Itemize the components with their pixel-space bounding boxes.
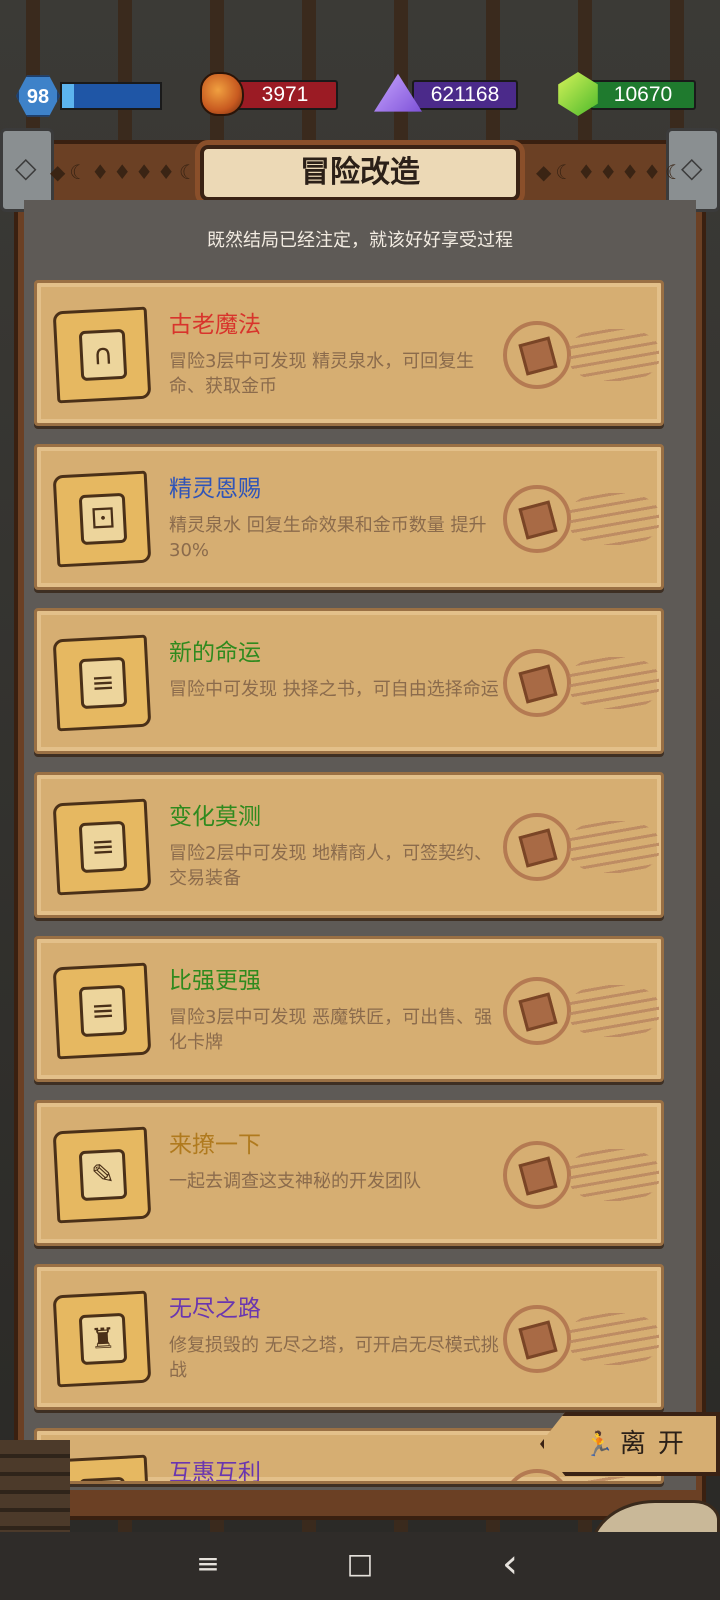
stamp-glyph xyxy=(518,336,558,376)
home-icon[interactable]: □ xyxy=(340,1544,380,1584)
postmark-waves xyxy=(569,1313,659,1365)
card-description: 冒险3层中可发现 恶魔铁匠，可出售、强化卡牌 xyxy=(169,1007,493,1053)
page-icon-glyph: ≡ xyxy=(78,1476,128,1481)
stamp-icon xyxy=(503,485,571,553)
card-description: 冒险中可发现 抉择之书，可自由选择命运 xyxy=(169,679,499,700)
card-description: 修复损毁的 无尽之塔，可开启无尽模式挑战 xyxy=(169,1335,499,1381)
top-hat-icon: ♜ xyxy=(52,1290,152,1388)
postmark-waves xyxy=(569,493,659,545)
page-icon: ≡ xyxy=(52,798,152,896)
ore-icon xyxy=(200,72,244,116)
page-icon: ≡ xyxy=(52,634,152,732)
stamp-icon xyxy=(503,813,571,881)
dice-icon-glyph: ⚀ xyxy=(78,492,128,546)
leave-button[interactable]: 🏃 离开 xyxy=(540,1412,720,1476)
card-title: 新的命运 xyxy=(169,640,261,666)
menu-icon[interactable]: ≡ xyxy=(188,1544,228,1584)
stamp-icon xyxy=(503,1469,571,1481)
stamp-icon xyxy=(503,649,571,717)
postmark-waves xyxy=(569,1477,659,1481)
level-badge[interactable]: 98 xyxy=(16,75,60,117)
upgrade-card[interactable]: ✎ 来撩一下 一起去调查这支神秘的开发团队 xyxy=(34,1100,664,1246)
card-title: 古老魔法 xyxy=(169,312,261,338)
page-icon-glyph: ≡ xyxy=(78,984,128,1038)
page-icon-glyph: ≡ xyxy=(78,656,128,710)
wrench-icon-glyph: ✎ xyxy=(78,1148,128,1202)
postmark-waves xyxy=(569,1149,659,1201)
stamp-icon xyxy=(503,977,571,1045)
upgrade-card[interactable]: ≡ 比强更强 冒险3层中可发现 恶魔铁匠，可出售、强化卡牌 xyxy=(34,936,664,1082)
dice-icon: ⚀ xyxy=(52,470,152,568)
upgrade-card[interactable]: ≡ 变化莫测 冒险2层中可发现 地精商人，可签契约、交易装备 xyxy=(34,772,664,918)
archway-icon: ∩ xyxy=(52,306,152,404)
left-decoration-strip: ◆☾♦♦♦♦☾ xyxy=(50,160,201,184)
card-description: 冒险2层中可发现 地精商人，可签契约、交易装备 xyxy=(169,843,493,889)
stamp-glyph xyxy=(518,500,558,540)
page-title: 冒险改造 xyxy=(200,145,520,201)
xp-bar xyxy=(60,82,162,110)
stamp-glyph xyxy=(518,1320,558,1360)
stamp-icon xyxy=(503,1141,571,1209)
stamp-glyph xyxy=(518,1156,558,1196)
resource-bar: 98 3971 621168 10670 xyxy=(0,72,720,122)
card-title: 比强更强 xyxy=(169,968,261,994)
upgrade-card[interactable]: ∩ 古老魔法 冒险3层中可发现 精灵泉水，可回复生命、获取金币 xyxy=(34,280,664,426)
card-title: 互惠互利 xyxy=(169,1460,261,1484)
postmark-waves xyxy=(569,329,659,381)
stamp-glyph xyxy=(518,992,558,1032)
wrench-icon: ✎ xyxy=(52,1126,152,1224)
page-icon: ≡ xyxy=(52,962,152,1060)
running-man-icon: 🏃 xyxy=(584,1430,614,1458)
card-title: 变化莫测 xyxy=(169,804,261,830)
page-icon-glyph: ≡ xyxy=(78,820,128,874)
postmark-waves xyxy=(569,821,659,873)
top-hat-icon-glyph: ♜ xyxy=(78,1312,128,1366)
stamp-glyph xyxy=(518,828,558,868)
card-description: 一起去调查这支神秘的开发团队 xyxy=(169,1171,421,1192)
card-description: 精灵泉水 回复生命效果和金币数量 提升 30% xyxy=(169,515,487,561)
card-title: 精灵恩赐 xyxy=(169,476,261,502)
upgrade-card[interactable]: ⚀ 精灵恩赐 精灵泉水 回复生命效果和金币数量 提升 30% xyxy=(34,444,664,590)
archway-icon-glyph: ∩ xyxy=(78,328,128,382)
stamp-glyph xyxy=(518,664,558,704)
card-title: 无尽之路 xyxy=(169,1296,261,1322)
xp-bar-fill xyxy=(62,84,74,108)
upgrade-card[interactable]: ≡ 新的命运 冒险中可发现 抉择之书，可自由选择命运 xyxy=(34,608,664,754)
page-subtitle: 既然结局已经注定，就该好好享受过程 xyxy=(207,230,513,251)
postmark-waves xyxy=(569,657,659,709)
gem-counter[interactable]: 10670 xyxy=(590,80,696,110)
crystal-counter[interactable]: 621168 xyxy=(412,80,518,110)
stamp-icon xyxy=(503,321,571,389)
back-icon[interactable]: ‹ xyxy=(490,1544,530,1584)
system-nav-bar: ≡ □ ‹ xyxy=(0,1532,720,1600)
card-description: 冒险3层中可发现 精灵泉水，可回复生命、获取金币 xyxy=(169,351,475,397)
postmark-waves xyxy=(569,985,659,1037)
leave-label: 离开 xyxy=(619,1429,696,1459)
ore-counter[interactable]: 3971 xyxy=(232,80,338,110)
card-title: 来撩一下 xyxy=(169,1132,261,1158)
stamp-icon xyxy=(503,1305,571,1373)
right-decoration-strip: ◆☾♦♦♦♦☾ xyxy=(536,160,687,184)
upgrade-card[interactable]: ♜ 无尽之路 修复损毁的 无尽之塔，可开启无尽模式挑战 xyxy=(34,1264,664,1410)
